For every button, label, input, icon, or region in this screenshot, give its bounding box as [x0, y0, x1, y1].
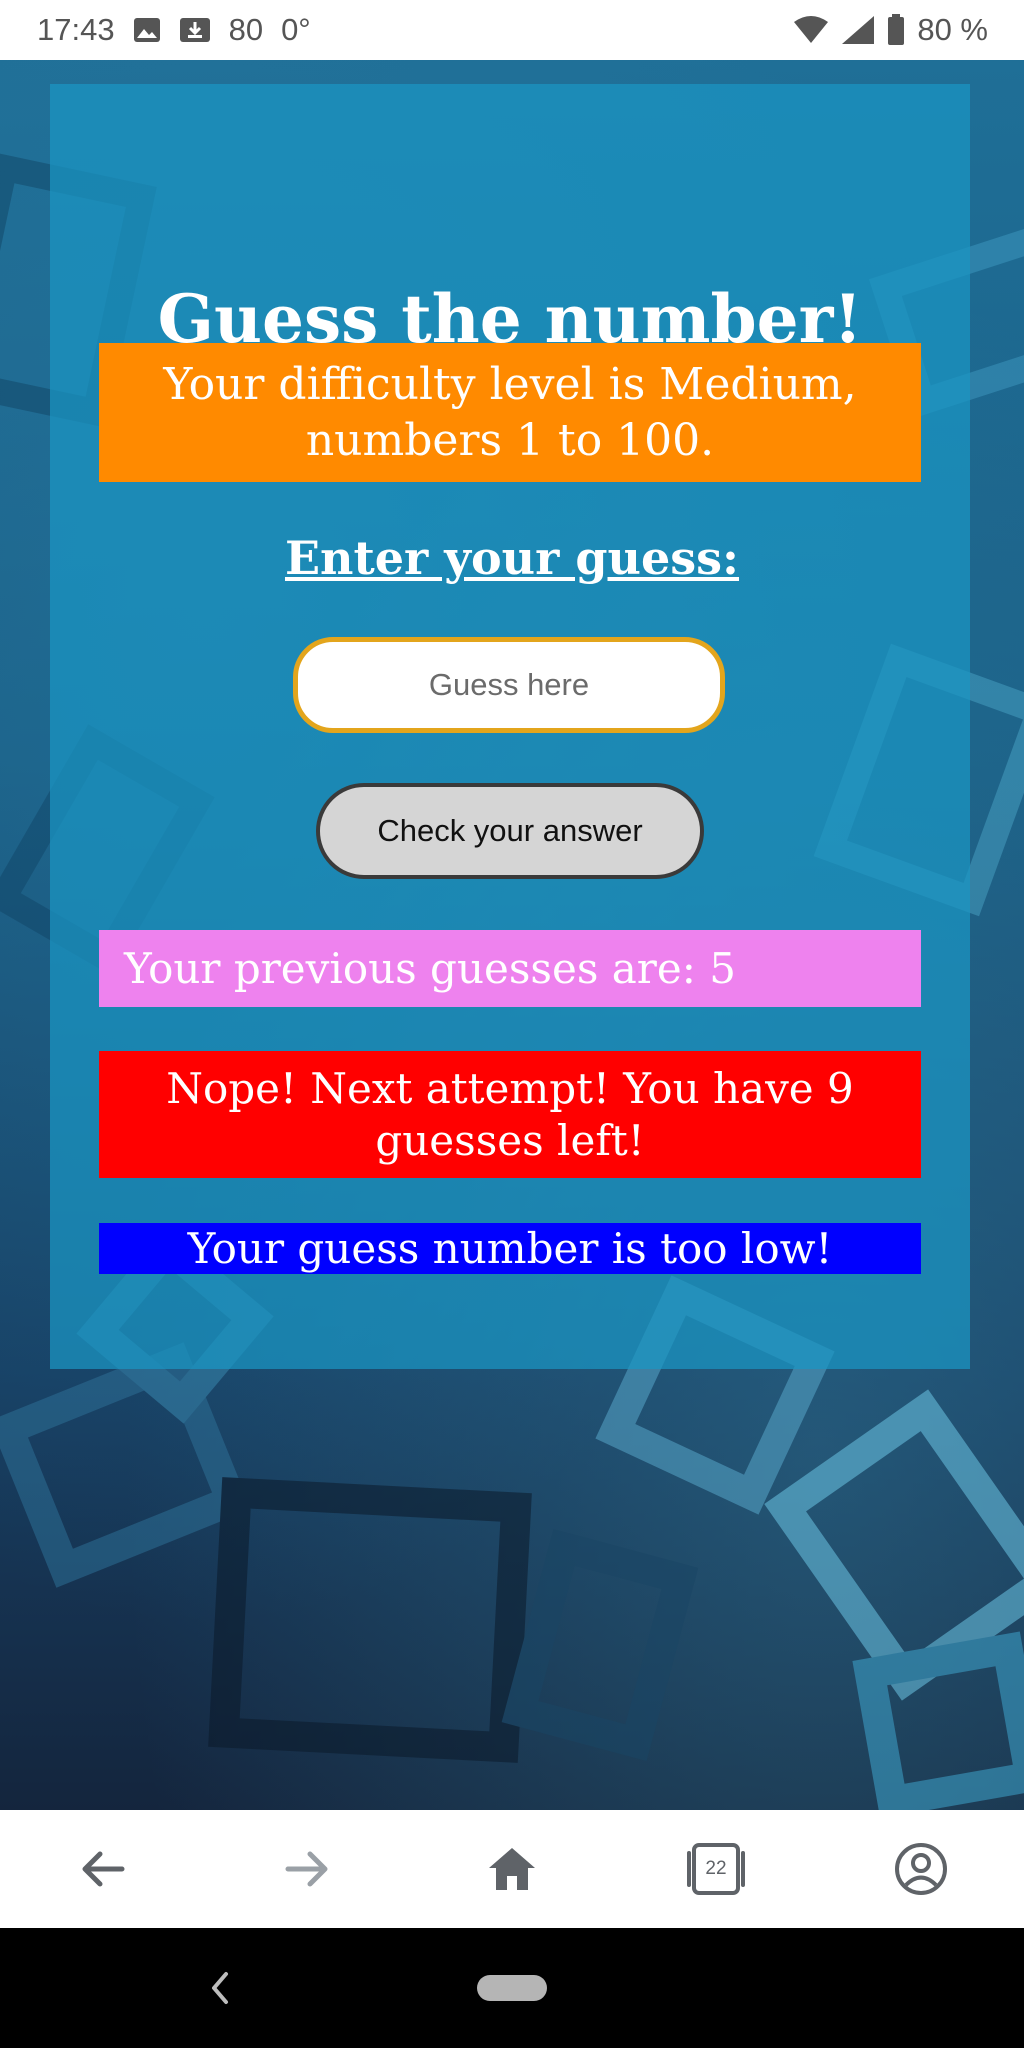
notification-count: 80 [228, 12, 264, 47]
back-button[interactable] [73, 1839, 133, 1899]
previous-guesses: Your previous guesses are: 5 [99, 930, 921, 1007]
hint-feedback: Your guess number is too low! [99, 1223, 921, 1274]
back-arrow-icon [82, 1851, 125, 1887]
account-icon [895, 1843, 947, 1895]
enter-guess-label: Enter your guess: [284, 531, 740, 585]
guess-input[interactable] [293, 637, 725, 733]
system-home-pill[interactable] [477, 1975, 547, 2001]
forward-arrow-icon [285, 1851, 328, 1887]
system-back-icon[interactable] [200, 1968, 240, 2008]
temperature: 0° [281, 12, 311, 47]
status-time: 17:43 [37, 12, 115, 47]
phone-screen: 17:43 80 0° 80 % Guess the number! Your … [0, 0, 1024, 2048]
battery-icon [887, 14, 905, 46]
attempts-feedback: Nope! Next attempt! You have 9 guesses l… [99, 1051, 921, 1178]
account-button[interactable] [891, 1839, 951, 1899]
home-button[interactable] [482, 1839, 542, 1899]
forward-button[interactable] [277, 1839, 337, 1899]
tab-count: 22 [705, 1858, 727, 1879]
image-icon [133, 17, 161, 43]
check-answer-button[interactable]: Check your answer [316, 783, 704, 879]
download-icon [179, 17, 211, 43]
wifi-icon [793, 16, 829, 44]
tabs-button[interactable]: 22 [686, 1839, 746, 1899]
home-icon [489, 1848, 535, 1890]
browser-toolbar: 22 [0, 1810, 1024, 1928]
signal-icon [841, 15, 875, 45]
difficulty-banner: Your difficulty level is Medium, numbers… [99, 343, 921, 482]
status-bar: 17:43 80 0° 80 % [0, 0, 1024, 60]
battery-level: 80 % [917, 12, 988, 47]
